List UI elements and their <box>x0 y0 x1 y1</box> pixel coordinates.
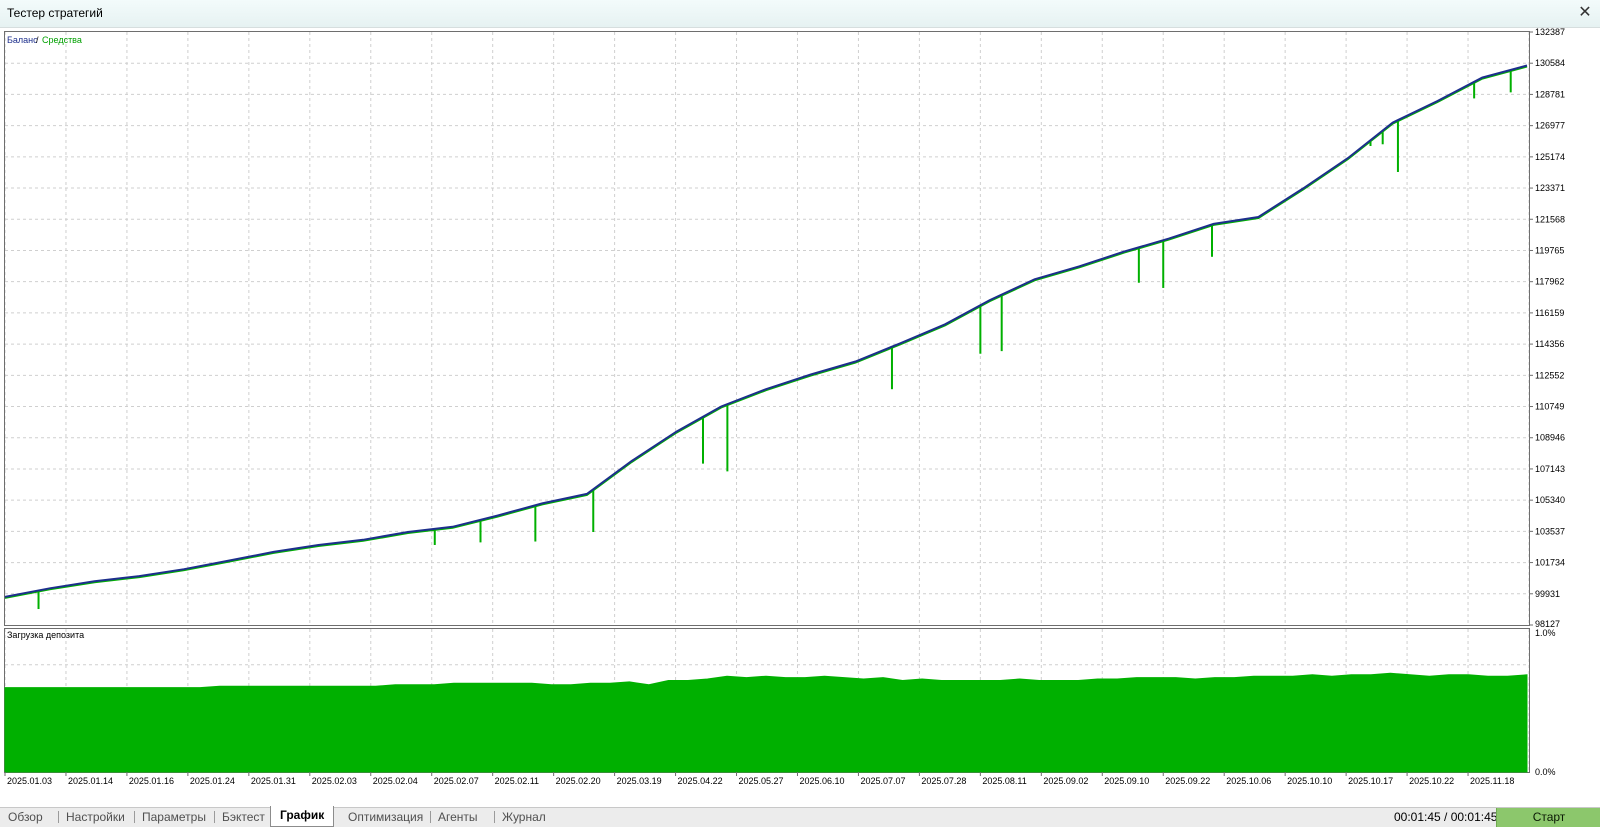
x-tick-label: 2025.11.18 <box>1470 776 1514 786</box>
main-chart-grid <box>4 32 1530 625</box>
load-chart-label: Загрузка депозита <box>7 630 84 640</box>
y-tick-label: 107143 <box>1535 464 1565 474</box>
tab-separator <box>134 811 135 823</box>
start-button[interactable]: Старт <box>1496 808 1600 827</box>
y-tick-label: 126977 <box>1535 121 1565 131</box>
load-chart-area <box>4 672 1528 773</box>
x-tick-label: 2025.03.19 <box>617 776 662 786</box>
y-tick-label: 125174 <box>1535 152 1565 162</box>
x-tick-label: 2025.09.22 <box>1165 776 1210 786</box>
y-tick-label: 103537 <box>1535 526 1565 536</box>
close-icon[interactable]: ✕ <box>1570 0 1600 27</box>
x-tick-label: 2025.06.10 <box>799 776 844 786</box>
x-tick-label: 2025.01.03 <box>7 776 52 786</box>
tab-2[interactable]: Параметры <box>142 808 206 826</box>
x-tick-label: 2025.01.14 <box>68 776 113 786</box>
x-tick-label: 2025.09.02 <box>1043 776 1088 786</box>
legend-separator: / <box>36 35 39 45</box>
equity-line <box>4 65 1528 599</box>
load-top-label: 1.0% <box>1535 628 1556 638</box>
x-tick-label: 2025.02.04 <box>373 776 418 786</box>
y-tick-label: 130584 <box>1535 58 1565 68</box>
y-tick-label: 117962 <box>1535 277 1564 287</box>
y-tick-label: 123371 <box>1535 183 1565 193</box>
balance-equity-lines <box>4 64 1528 599</box>
x-tick-label: 2025.02.11 <box>495 776 539 786</box>
x-tick-label: 2025.07.07 <box>860 776 905 786</box>
tab-7[interactable]: Журнал <box>502 808 546 826</box>
x-tick-label: 2025.02.03 <box>312 776 357 786</box>
y-tick-label: 112552 <box>1535 370 1564 380</box>
x-tick-label: 2025.07.28 <box>921 776 966 786</box>
title-bar: Тестер стратегий ✕ <box>0 0 1600 28</box>
x-tick-label: 2025.02.20 <box>556 776 601 786</box>
tab-separator <box>430 811 431 823</box>
y-tick-label: 99931 <box>1535 589 1560 599</box>
y-tick-label: 132387 <box>1535 28 1565 37</box>
x-tick-label: 2025.05.27 <box>739 776 784 786</box>
balance-line <box>4 64 1528 598</box>
x-tick-label: 2025.01.16 <box>129 776 174 786</box>
chart: 132387 130584 128781 126977 125174 123371 1215… <box>4 28 1565 786</box>
y-tick-label: 128781 <box>1535 89 1565 99</box>
y-tick-label: 105340 <box>1535 495 1565 505</box>
y-tick-label: 114356 <box>1535 339 1564 349</box>
y-tick-label: 108946 <box>1535 433 1565 443</box>
x-tick-label: 2025.08.11 <box>982 776 1026 786</box>
x-tick-label: 2025.01.24 <box>190 776 235 786</box>
tab-6[interactable]: Агенты <box>438 808 486 826</box>
tab-separator <box>494 811 495 823</box>
y-tick-label: 101734 <box>1535 558 1565 568</box>
x-tick-label: 2025.01.31 <box>251 776 296 786</box>
x-tick-label: 2025.04.22 <box>678 776 723 786</box>
load-bottom-label: 0.0% <box>1535 767 1556 777</box>
tab-4[interactable]: График <box>270 806 335 827</box>
tab-5[interactable]: Оптимизация <box>348 808 423 826</box>
x-tick-label: 2025.10.22 <box>1409 776 1454 786</box>
y-axis-ticks: 132387 130584 128781 126977 125174 123371 1215… <box>1529 28 1565 629</box>
tab-0[interactable]: Обзор <box>8 808 50 826</box>
y-tick-label: 121568 <box>1535 214 1565 224</box>
tab-1[interactable]: Настройки <box>66 808 126 826</box>
chart-area: 132387 130584 128781 126977 125174 123371 1215… <box>0 28 1600 806</box>
load-area <box>4 672 1528 773</box>
tab-separator <box>214 811 215 823</box>
y-tick-label: 116159 <box>1535 308 1564 318</box>
x-axis-ticks: 2025.01.03 2025.01.14 2025.01.16 2025.01.24… <box>4 772 1514 786</box>
x-tick-label: 2025.02.07 <box>434 776 479 786</box>
x-tick-label: 2025.10.10 <box>1287 776 1332 786</box>
legend-balance: Баланс <box>7 35 38 45</box>
tab-separator <box>58 811 59 823</box>
tab-bar: Обзор Настройки Параметры Бэктест График Опти… <box>0 806 1600 827</box>
window-title: Тестер стратегий <box>7 6 103 20</box>
x-tick-label: 2025.10.17 <box>1348 776 1393 786</box>
test-timer: 00:01:45 / 00:01:45 <box>1394 810 1498 824</box>
y-tick-label: 119765 <box>1535 245 1564 255</box>
tab-3[interactable]: Бэктест <box>222 808 274 826</box>
y-tick-label: 110749 <box>1535 402 1564 412</box>
x-tick-label: 2025.09.10 <box>1104 776 1149 786</box>
main-chart-frame <box>4 31 1530 626</box>
x-tick-label: 2025.10.06 <box>1226 776 1271 786</box>
equity-drawdowns <box>37 70 1512 610</box>
legend-equity: Средства <box>42 35 82 45</box>
